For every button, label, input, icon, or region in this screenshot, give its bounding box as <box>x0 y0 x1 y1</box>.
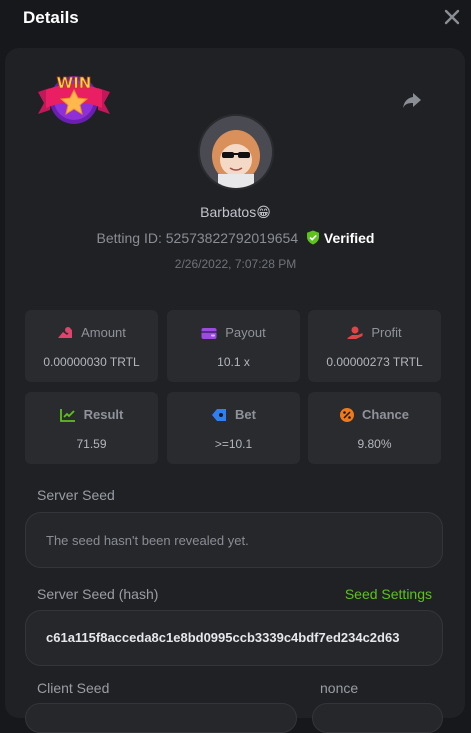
stat-card-result: Result 71.59 <box>25 392 158 464</box>
server-seed-hash-value[interactable]: c61a115f8acceda8c1e8bd0995ccb3339c4bdf7e… <box>46 630 399 645</box>
result-value: 71.59 <box>76 437 107 451</box>
amount-value: 0.00000030 TRTL <box>43 355 140 369</box>
coins-icon <box>58 327 73 338</box>
payout-label: Payout <box>225 325 266 340</box>
verified-shield-icon <box>307 230 320 245</box>
stat-card-profit: Profit 0.00000273 TRTL <box>308 310 441 382</box>
percent-icon <box>340 408 355 422</box>
win-badge-icon: WIN <box>38 74 110 124</box>
close-icon <box>444 9 460 25</box>
seed-settings-link[interactable]: Seed Settings <box>345 586 432 602</box>
server-seed-label: Server Seed <box>37 487 115 503</box>
avatar[interactable] <box>198 114 274 190</box>
username-line: Barbatos😁 <box>0 204 471 221</box>
win-text: WIN <box>57 74 92 92</box>
client-seed-label: Client Seed <box>37 680 110 696</box>
betting-id-line: Betting ID: 52573822792019654 Verified <box>0 230 471 246</box>
avatar-image <box>200 116 272 188</box>
share-icon <box>403 93 421 108</box>
bet-value: >=10.1 <box>214 437 253 451</box>
close-button[interactable] <box>441 6 463 28</box>
result-label: Result <box>83 407 124 422</box>
tag-icon <box>212 409 227 421</box>
payout-value: 10.1 x <box>217 355 250 369</box>
verified-label: Verified <box>323 230 375 246</box>
modal-title: Details <box>23 8 79 27</box>
stat-card-payout: Payout 10.1 x <box>167 310 300 382</box>
wallet-icon <box>201 328 217 339</box>
nonce-box[interactable] <box>312 703 443 733</box>
grin-emoji-icon: 😁 <box>256 204 271 220</box>
share-button[interactable] <box>400 88 424 112</box>
client-seed-box[interactable] <box>25 703 297 733</box>
betting-id-value: 52573822792019654 <box>165 230 299 246</box>
win-badge: WIN <box>36 70 112 128</box>
betting-id-label: Betting ID: <box>96 230 162 246</box>
amount-label: Amount <box>81 325 126 340</box>
server-seed-hash-label: Server Seed (hash) <box>37 586 159 602</box>
chance-value: 9.80% <box>357 437 392 451</box>
chance-label: Chance <box>362 407 409 422</box>
bet-label: Bet <box>235 407 256 422</box>
stat-card-bet: Bet >=10.1 <box>167 392 300 464</box>
stat-card-chance: Chance 9.80% <box>308 392 441 464</box>
username[interactable]: Barbatos <box>200 204 256 220</box>
server-seed-hash-box[interactable]: c61a115f8acceda8c1e8bd0995ccb3339c4bdf7e… <box>25 610 443 666</box>
chart-check-icon <box>59 409 75 422</box>
profit-value: 0.00000273 TRTL <box>326 355 423 369</box>
modal-header: Details <box>23 0 463 36</box>
stat-card-amount: Amount 0.00000030 TRTL <box>25 310 158 382</box>
profit-label: Profit <box>371 325 402 340</box>
server-seed-text: The seed hasn't been revealed yet. <box>46 533 249 548</box>
server-seed-box: The seed hasn't been revealed yet. <box>25 512 443 568</box>
nonce-label: nonce <box>320 680 359 696</box>
hand-coin-icon <box>347 326 363 339</box>
bet-date: 2/26/2022, 7:07:28 PM <box>174 257 297 271</box>
